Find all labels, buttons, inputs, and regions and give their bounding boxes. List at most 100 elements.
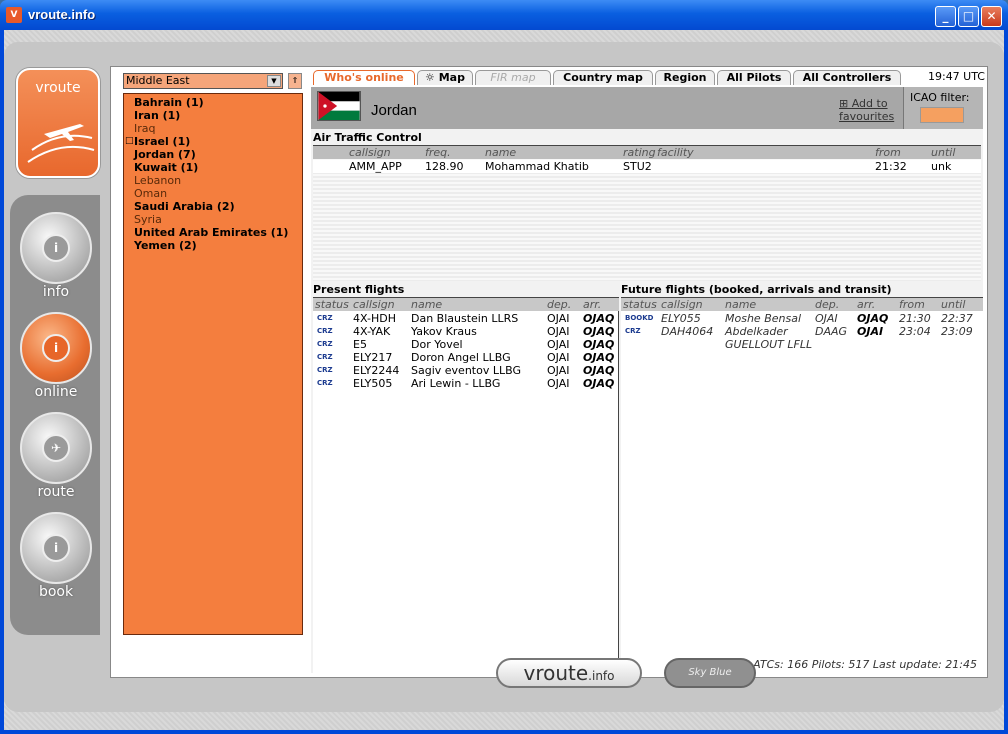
tab-map[interactable]: ☼ Map: [417, 70, 473, 85]
country-list-item[interactable]: Bahrain (1): [124, 96, 302, 109]
maximize-button[interactable]: □: [958, 6, 979, 27]
arrival-airport: OJAQ: [583, 351, 615, 364]
logo-text: vroute: [35, 80, 81, 96]
icao-filter-input[interactable]: [920, 107, 964, 123]
table-row[interactable]: CRZ ELY217 Doron Angel LLBG OJAI OJAQ: [313, 351, 619, 364]
from-time: 21:30: [899, 312, 931, 325]
future-col-callsign: callsign: [661, 298, 703, 311]
tab-fir-map[interactable]: FIR map: [475, 70, 551, 85]
country-list-inner: Bahrain (1)Iran (1)IraqIsrael (1)Jordan …: [124, 94, 302, 252]
flight-callsign: 4X-HDH: [353, 312, 396, 325]
country-list-item[interactable]: Lebanon: [124, 174, 302, 187]
future-col-until: until: [941, 298, 966, 311]
tab-all-pilots[interactable]: All Pilots: [717, 70, 791, 85]
atc-col-from: from: [875, 146, 901, 159]
departure-airport: OJAI: [547, 364, 570, 377]
country-list-item[interactable]: Iran (1): [124, 109, 302, 122]
table-row[interactable]: CRZ 4X-HDH Dan Blaustein LLRS OJAI OJAQ: [313, 312, 619, 325]
tab-all-controllers[interactable]: All Controllers: [793, 70, 901, 85]
country-list-item[interactable]: Kuwait (1): [124, 161, 302, 174]
nav-book-label: book: [38, 584, 74, 600]
future-col-from: from: [899, 298, 925, 311]
atc-freq: 128.90: [425, 160, 464, 173]
arrival-airport: OJAI: [857, 325, 884, 338]
table-row[interactable]: CRZ E5 Dor Yovel OJAI OJAQ: [313, 338, 619, 351]
nav-route-label: route: [37, 484, 75, 500]
atc-col-until: until: [931, 146, 956, 159]
tab-country-map[interactable]: Country map: [553, 70, 653, 85]
future-flights-table: status callsign name dep. arr. from unti…: [621, 297, 983, 673]
atc-name: Mohammad Khatib: [485, 160, 589, 173]
chevron-down-icon[interactable]: ▼: [267, 75, 281, 87]
book-icon: i: [42, 534, 70, 562]
pilot-name: Abdelkader: [725, 325, 788, 338]
skyblue-logo[interactable]: Sky Blue: [664, 658, 756, 688]
pilot-name: Ari Lewin - LLBG: [411, 377, 501, 390]
pilot-name: Dor Yovel: [411, 338, 463, 351]
nav-book-circle: i: [20, 512, 92, 584]
collapse-up-icon[interactable]: ⇑: [288, 73, 302, 89]
flight-callsign: ELY055: [661, 312, 701, 325]
country-list-item[interactable]: United Arab Emirates (1): [124, 226, 302, 239]
table-row[interactable]: AMM_APP 128.90 Mohammad Khatib STU2 21:3…: [313, 160, 981, 173]
nav-book-button[interactable]: i book: [10, 512, 100, 607]
arrival-airport: OJAQ: [583, 312, 615, 325]
country-list-item[interactable]: Iraq: [124, 122, 302, 135]
country-list-item[interactable]: Yemen (2): [124, 239, 302, 252]
present-col-arr: arr.: [583, 298, 602, 311]
future-col-dep: dep.: [815, 298, 840, 311]
country-list-item[interactable]: Oman: [124, 187, 302, 200]
app-icon: V: [6, 7, 22, 23]
nav-online-button[interactable]: i online: [10, 312, 100, 407]
departure-airport: OJAI: [547, 325, 570, 338]
vroute-logo[interactable]: vroute: [16, 68, 100, 178]
departure-airport: OJAI: [547, 377, 570, 390]
departure-airport: OJAI: [547, 338, 570, 351]
nav-route-button[interactable]: ✈ route: [10, 412, 100, 507]
flight-callsign: ELY505: [353, 377, 393, 390]
country-list-item[interactable]: Israel (1): [124, 135, 302, 148]
status-icon: BOOKD: [625, 314, 654, 322]
table-row[interactable]: CRZ 4X-YAK Yakov Kraus OJAI OJAQ: [313, 325, 619, 338]
table-row[interactable]: BOOKD ELY055 Moshe Bensal OJAI OJAQ 21:30 22:3…: [621, 312, 983, 325]
country-list-item[interactable]: Jordan (7): [124, 148, 302, 161]
bottom-logo-main: vroute: [523, 661, 589, 685]
table-row[interactable]: CRZ DAH4064 Abdelkader GUELLOUT LFLL DAAG OJA…: [621, 325, 983, 351]
title-bar: V vroute.info _ □ ✕: [0, 0, 1008, 30]
window-title: vroute.info: [28, 7, 96, 22]
nav-info-button[interactable]: i info: [10, 212, 100, 307]
from-time: 23:04: [899, 325, 931, 338]
status-cruise-icon: CRZ: [317, 379, 333, 387]
tab-whos-online[interactable]: Who's online: [313, 70, 415, 85]
app-area: vroute i info i online ✈ route i book Mi…: [4, 30, 1004, 730]
atc-until: unk: [931, 160, 952, 173]
status-cruise-icon: CRZ: [317, 314, 333, 322]
minimize-button[interactable]: _: [935, 6, 956, 27]
country-list-item[interactable]: Syria: [124, 213, 302, 226]
utc-clock: 19:47 UTC: [927, 70, 985, 83]
add-to-favourites-link[interactable]: ⊞ Add to favourites: [839, 97, 894, 123]
present-col-dep: dep.: [547, 298, 572, 311]
vroute-bottom-logo[interactable]: vroute.info: [496, 658, 642, 688]
table-row[interactable]: CRZ ELY505 Ari Lewin - LLBG OJAI OJAQ: [313, 377, 619, 390]
pilot-name: Sagiv eventov LLBG: [411, 364, 521, 377]
pilot-name-continued: GUELLOUT LFLL: [725, 338, 813, 351]
atc-col-facility: facility: [657, 146, 694, 159]
flight-callsign: E5: [353, 338, 367, 351]
atc-from: 21:32: [875, 160, 907, 173]
present-col-status: status: [315, 298, 349, 311]
present-col-name: name: [411, 298, 443, 311]
flight-callsign: ELY2244: [353, 364, 400, 377]
present-flights-table: status callsign name dep. arr. CRZ 4X-HDH…: [313, 297, 619, 673]
status-icon: CRZ: [625, 327, 641, 335]
table-row[interactable]: CRZ ELY2244 Sagiv eventov LLBG OJAI OJAQ: [313, 364, 619, 377]
online-icon: i: [42, 334, 70, 362]
departure-airport: OJAI: [815, 312, 838, 325]
flight-callsign: 4X-YAK: [353, 325, 391, 338]
tab-region[interactable]: Region: [655, 70, 715, 85]
region-dropdown[interactable]: Middle East ▼: [123, 73, 283, 89]
present-col-callsign: callsign: [353, 298, 395, 311]
close-button[interactable]: ✕: [981, 6, 1002, 27]
country-list-item[interactable]: Saudi Arabia (2): [124, 200, 302, 213]
atc-title: Air Traffic Control: [313, 131, 422, 144]
